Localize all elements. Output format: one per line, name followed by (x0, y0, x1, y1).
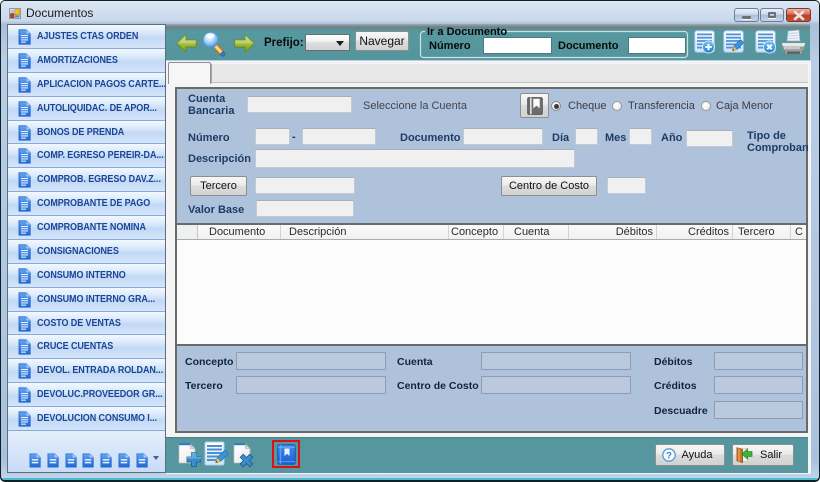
svg-text:?: ? (666, 451, 672, 462)
